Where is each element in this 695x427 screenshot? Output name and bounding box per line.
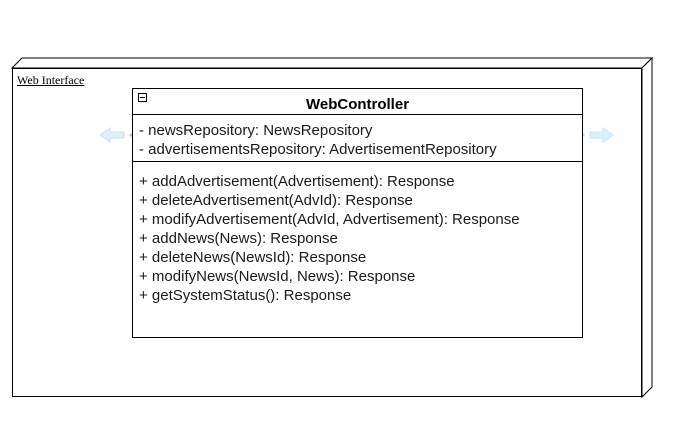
operation-item: + deleteNews(NewsId): Response bbox=[139, 249, 367, 266]
operation-item: + addNews(News): Response bbox=[139, 230, 338, 247]
uml-class-webcontroller[interactable]: WebController - newsRepository: NewsRepo… bbox=[132, 88, 583, 338]
operation-item: + modifyAdvertisement(AdvId, Advertiseme… bbox=[139, 211, 520, 228]
operation-item: + modifyNews(NewsId, News): Response bbox=[139, 268, 416, 285]
class-name: WebController bbox=[133, 96, 582, 113]
operation-item: + deleteAdvertisement(AdvId): Response bbox=[139, 192, 413, 209]
operation-item: + getSystemStatus(): Response bbox=[139, 287, 352, 304]
node-top-face bbox=[10, 57, 654, 69]
operations-compartment[interactable]: + addAdvertisement(Advertisement): Respo… bbox=[133, 162, 582, 305]
attributes-compartment[interactable]: - newsRepository: NewsRepository - adver… bbox=[133, 115, 582, 162]
attribute-item: - advertisementsRepository: Advertisemen… bbox=[139, 141, 497, 158]
class-name-text: WebController bbox=[305, 96, 410, 113]
operation-item: + addAdvertisement(Advertisement): Respo… bbox=[139, 173, 455, 190]
node-side-face bbox=[641, 56, 653, 399]
node-label: Web Interface bbox=[17, 73, 85, 87]
attribute-item: - newsRepository: NewsRepository bbox=[139, 122, 373, 139]
class-header: WebController bbox=[133, 89, 582, 115]
